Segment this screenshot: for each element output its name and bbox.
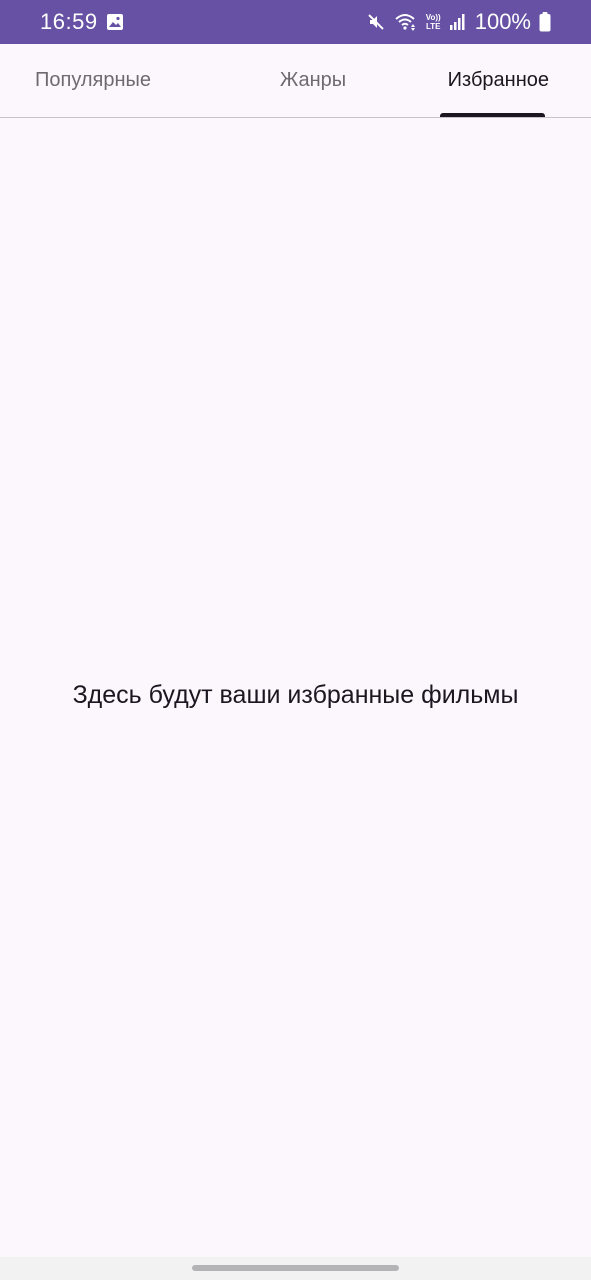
tab-popular[interactable]: Популярные xyxy=(0,44,220,117)
favorites-content: Здесь будут ваши избранные фильмы xyxy=(0,119,591,1257)
tab-popular-label: Популярные xyxy=(35,69,152,91)
gallery-icon xyxy=(106,13,124,31)
gesture-handle[interactable] xyxy=(192,1264,399,1271)
tab-genres[interactable]: Жанры xyxy=(220,44,405,117)
signal-icon xyxy=(449,13,467,31)
system-nav-bar xyxy=(0,1257,591,1280)
volte-bottom-label: LTE xyxy=(425,22,441,31)
wifi-icon xyxy=(394,12,418,32)
volte-icon: Vo)) LTE xyxy=(426,13,441,31)
empty-favorites-message: Здесь будут ваши избранные фильмы xyxy=(72,680,519,709)
status-left: 16:59 xyxy=(40,9,124,35)
tab-bar: Популярные Жанры Избранное xyxy=(0,44,591,118)
battery-icon xyxy=(539,12,551,32)
tab-genres-label: Жанры xyxy=(279,69,347,91)
status-right: Vo)) LTE 100% xyxy=(366,9,551,35)
tab-favorites[interactable]: Избранное xyxy=(406,44,591,117)
active-tab-indicator xyxy=(440,113,545,117)
mute-icon xyxy=(366,12,386,32)
status-bar: 16:59 Vo)) LTE 100% xyxy=(0,0,591,44)
app-screen: 16:59 Vo)) LTE 100% Популярные Жанры Изб… xyxy=(0,0,591,1280)
volte-top-label: Vo)) xyxy=(425,13,441,22)
tab-favorites-label: Избранное xyxy=(447,69,549,91)
status-time: 16:59 xyxy=(40,9,98,34)
battery-percent: 100% xyxy=(474,9,531,34)
